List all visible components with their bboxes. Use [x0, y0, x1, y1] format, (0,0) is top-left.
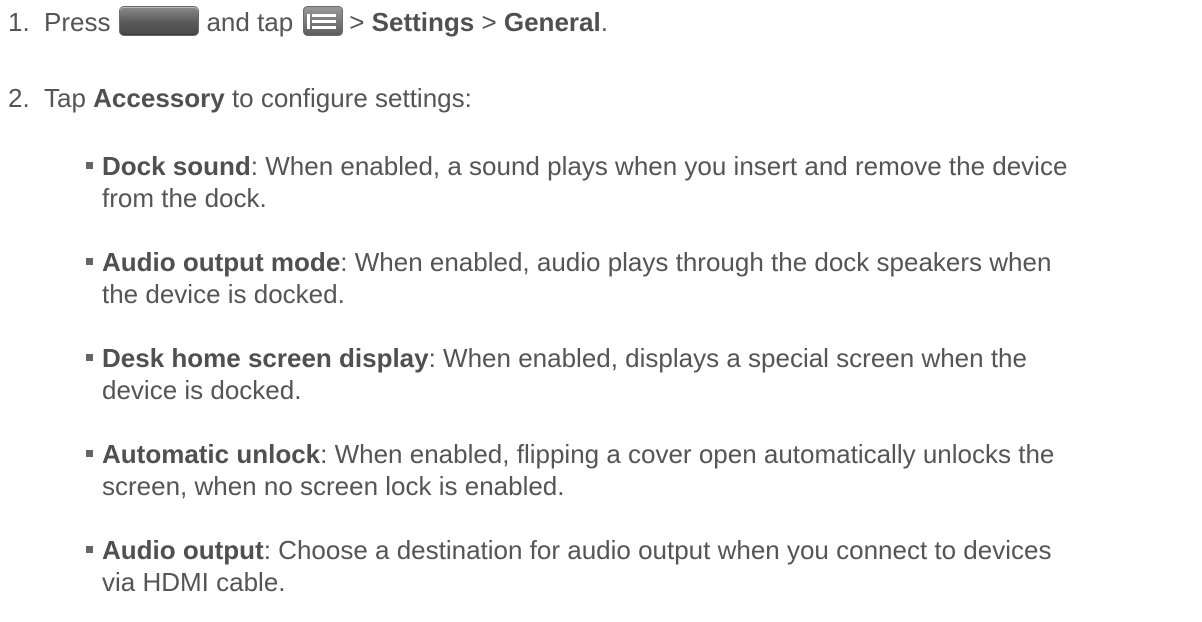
- square-bullet-icon: [86, 162, 93, 169]
- step-text: Tap Accessory to configure settings:: [44, 82, 472, 114]
- settings-term: Settings: [371, 7, 475, 37]
- square-bullet-icon: [86, 546, 93, 553]
- bullet-description: Dock sound: When enabled, a sound plays …: [102, 150, 1202, 214]
- accessory-term: Accessory: [93, 83, 225, 113]
- bullet-term: Audio output mode: [102, 247, 341, 277]
- bullet-line-1: : When enabled, a sound plays when you i…: [250, 151, 1068, 181]
- square-bullet-icon: [86, 450, 93, 457]
- step-number: 1.: [8, 7, 30, 37]
- bullet-term: Audio output: [102, 535, 264, 565]
- square-bullet-icon: [86, 354, 93, 361]
- bullet-line-2: screen, when no screen lock is enabled.: [102, 471, 565, 501]
- bullet-line-2: from the dock.: [102, 183, 267, 213]
- bullet-description: Audio output mode: When enabled, audio p…: [102, 246, 1202, 310]
- step-end-period: .: [600, 7, 608, 37]
- bullet-line-1: : Choose a destination for audio output …: [263, 535, 1052, 565]
- bullet-line-1: : When enabled, audio plays through the …: [340, 247, 1052, 277]
- step-text: Press and tap > Settings > General.: [44, 6, 608, 39]
- bullet-line-2: the device is docked.: [102, 279, 345, 309]
- general-term: General: [503, 7, 601, 37]
- bullet-description: Automatic unlock: When enabled, flipping…: [102, 438, 1202, 502]
- bullet-line-2: device is docked.: [102, 375, 302, 405]
- tap-word: Tap: [44, 83, 86, 113]
- home-key-icon: [120, 7, 199, 36]
- separator-1: >: [349, 7, 365, 37]
- bullet-line-1: : When enabled, flipping a cover open au…: [320, 439, 1055, 469]
- and-tap-text: and tap: [206, 7, 294, 37]
- square-bullet-icon: [86, 258, 93, 265]
- press-word: Press: [44, 7, 111, 37]
- bullet-term: Automatic unlock: [102, 439, 321, 469]
- bullet-term: Dock sound: [102, 151, 251, 181]
- bullet-term: Desk home screen display: [102, 343, 429, 373]
- bullet-line-2: via HDMI cable.: [102, 567, 286, 597]
- separator-2: >: [481, 7, 497, 37]
- step-rest-text: to configure settings:: [231, 83, 472, 113]
- bullet-description: Audio output: Choose a destination for a…: [102, 534, 1202, 598]
- bullet-line-1: : When enabled, displays a special scree…: [428, 343, 1027, 373]
- step-number: 2.: [8, 83, 30, 113]
- menu-key-icon: [303, 6, 344, 37]
- bullet-description: Desk home screen display: When enabled, …: [102, 342, 1202, 406]
